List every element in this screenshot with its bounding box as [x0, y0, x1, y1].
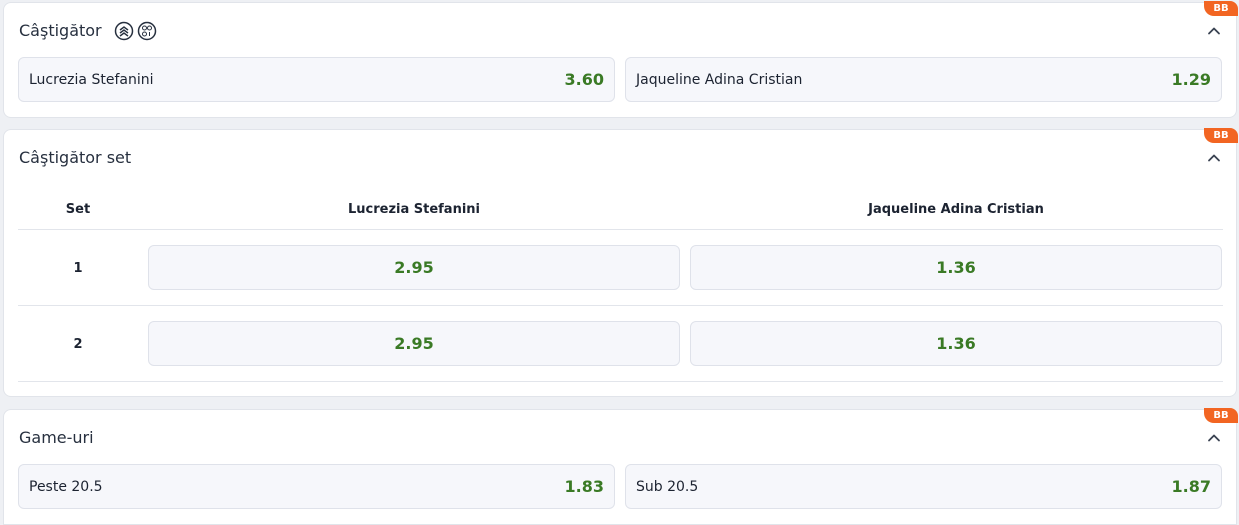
- market-title: Câştigător set: [19, 148, 132, 167]
- bet-builder-badge: BB: [1204, 408, 1238, 423]
- odd-button-under[interactable]: Sub 20.5 1.87: [625, 464, 1222, 509]
- odd-value: 1.87: [1171, 477, 1211, 496]
- odd-value: 3.60: [564, 70, 604, 89]
- chevron-up-icon[interactable]: [1206, 23, 1222, 39]
- odd-value: 2.95: [394, 334, 434, 353]
- row-divider: [18, 229, 1223, 230]
- chevron-up-icon[interactable]: [1206, 150, 1222, 166]
- column-header-player1: Lucrezia Stefanini: [347, 202, 481, 217]
- odd-button-set1-player1[interactable]: 2.95: [148, 245, 680, 290]
- odd-button-player2[interactable]: Jaqueline Adina Cristian 1.29: [625, 57, 1222, 102]
- bet-builder-badge: BB: [1204, 128, 1238, 143]
- layers-icon: [114, 21, 133, 41]
- chevron-up-icon[interactable]: [1206, 430, 1222, 446]
- selection-label: Lucrezia Stefanini: [29, 71, 154, 88]
- set-number: 2: [73, 337, 83, 352]
- market-title: Game-uri: [19, 428, 94, 447]
- selection-label: Sub 20.5: [636, 478, 699, 495]
- odd-button-set2-player1[interactable]: 2.95: [148, 321, 680, 366]
- odd-button-over[interactable]: Peste 20.5 1.83: [18, 464, 615, 509]
- column-header-set: Set: [65, 202, 91, 217]
- odd-value: 1.36: [936, 258, 976, 277]
- odd-value: 1.29: [1171, 70, 1211, 89]
- bet-builder-badge: BB: [1204, 1, 1238, 16]
- selection-label: Peste 20.5: [29, 478, 103, 495]
- market-header[interactable]: Câştigător: [19, 21, 157, 41]
- odd-button-set1-player2[interactable]: 1.36: [690, 245, 1222, 290]
- market-title: Câştigător: [19, 21, 102, 40]
- market-header[interactable]: Câştigător set: [19, 148, 131, 168]
- odd-button-player1[interactable]: Lucrezia Stefanini 3.60: [18, 57, 615, 102]
- row-divider: [18, 381, 1223, 382]
- market-header[interactable]: Game-uri: [19, 428, 94, 448]
- odd-value: 1.83: [564, 477, 604, 496]
- games-market: BB Game-uri Peste 20.5 1.83 Sub 20.5 1.8…: [3, 408, 1238, 525]
- winner-market: BB Câştigător Lucrezia Stefanini 3.60 Ja…: [3, 1, 1238, 118]
- selection-label: Jaqueline Adina Cristian: [636, 71, 803, 88]
- odd-button-set2-player2[interactable]: 1.36: [690, 321, 1222, 366]
- set-winner-market: BB Câştigător set Set Lucrezia Stefanini…: [3, 128, 1238, 397]
- set-number: 1: [73, 261, 83, 276]
- row-divider: [18, 305, 1223, 306]
- set-score-icon: [137, 21, 156, 41]
- odd-value: 2.95: [394, 258, 434, 277]
- column-header-player2: Jaqueline Adina Cristian: [868, 202, 1044, 217]
- odd-value: 1.36: [936, 334, 976, 353]
